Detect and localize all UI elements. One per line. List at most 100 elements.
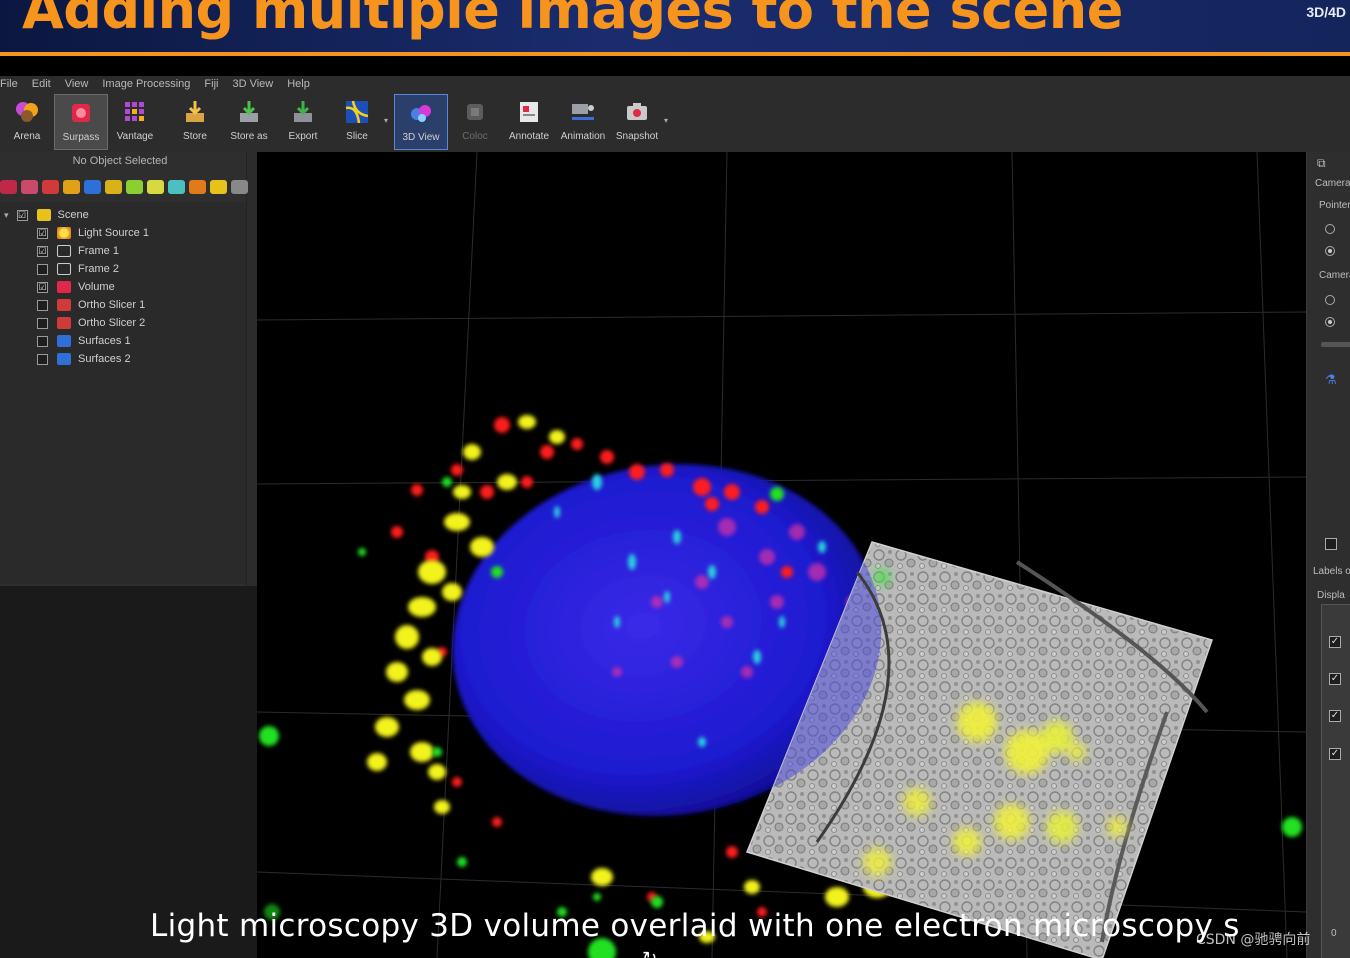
slice-dropdown-icon[interactable]: ▾	[384, 94, 394, 125]
menu-image-processing[interactable]: Image Processing	[102, 78, 190, 90]
camera-reset-icon[interactable]: ⚗	[1325, 372, 1337, 388]
zoom-slider[interactable]	[1321, 342, 1350, 347]
store-as-label: Store as	[230, 131, 268, 142]
channel-4-checkbox[interactable]: ✓	[1329, 748, 1341, 760]
tree-item-scene[interactable]: ▾ ☑ Scene	[4, 206, 89, 224]
tree-checkbox[interactable]: ☑	[37, 227, 48, 239]
camera-label: Camera	[1315, 178, 1350, 189]
coloc-label: Coloc	[462, 131, 488, 142]
tree-checkbox[interactable]	[37, 263, 48, 275]
tree-item-ortho-slicer-2[interactable]: Ortho Slicer 2	[37, 314, 145, 332]
surfaces-icon	[57, 335, 71, 347]
store-icon	[180, 97, 210, 127]
tree-checkbox[interactable]: ☑	[37, 245, 48, 257]
tree-item-volume[interactable]: ☑ Volume	[37, 278, 115, 296]
tree-label: Surfaces 1	[78, 335, 131, 347]
imaris-window: File Edit View Image Processing Fiji 3D …	[0, 76, 1350, 958]
export-button[interactable]: Export	[276, 94, 330, 150]
frame-icon	[57, 263, 71, 275]
rotate-cursor-icon: ↻	[642, 948, 657, 958]
camera-orthogonal-radio[interactable]	[1325, 295, 1335, 305]
slice-button[interactable]: Slice	[330, 94, 384, 150]
folder-icon	[36, 209, 51, 221]
fit-checkbox[interactable]	[1325, 538, 1337, 550]
ortho-slicer-icon	[57, 299, 71, 311]
add-group-icon[interactable]	[210, 180, 227, 194]
coloc-button[interactable]: Coloc	[448, 94, 502, 150]
panel-edit-icon[interactable]: ⧉	[1317, 156, 1326, 171]
channel-1-checkbox[interactable]: ✓	[1329, 636, 1341, 648]
3d-view-icon	[406, 98, 436, 128]
menu-file[interactable]: File	[0, 78, 18, 90]
tree-checkbox[interactable]	[37, 335, 48, 347]
delete-icon[interactable]	[231, 180, 248, 194]
menu-3d-view[interactable]: 3D View	[232, 78, 273, 90]
vantage-button[interactable]: Vantage	[108, 94, 162, 150]
surpass-label: Surpass	[62, 132, 100, 143]
annotate-button[interactable]: Annotate	[502, 94, 556, 150]
add-measurement-icon[interactable]	[147, 180, 164, 194]
tree-checkbox[interactable]: ☑	[16, 209, 28, 221]
menu-fiji[interactable]: Fiji	[204, 78, 218, 90]
video-caption: Light microscopy 3D volume overlaid with…	[150, 908, 1240, 944]
tree-item-light-source-1[interactable]: ☑ Light Source 1	[37, 224, 149, 242]
animation-button[interactable]: Animation	[556, 94, 610, 150]
add-surfaces-icon[interactable]	[84, 180, 101, 194]
menu-edit[interactable]: Edit	[32, 78, 51, 90]
tree-item-surfaces-2[interactable]: Surfaces 2	[37, 350, 131, 368]
tree-label: Scene	[57, 209, 89, 221]
export-icon	[288, 97, 318, 127]
store-button[interactable]: Store	[168, 94, 222, 150]
3d-view-label: 3D View	[402, 132, 440, 143]
channel-3-checkbox[interactable]: ✓	[1329, 710, 1341, 722]
surfaces-icon	[57, 353, 71, 365]
snapshot-dropdown-icon[interactable]: ▾	[664, 94, 674, 125]
tree-checkbox[interactable]	[37, 353, 48, 365]
labels-label: Labels o	[1313, 566, 1350, 577]
arena-icon	[12, 97, 42, 127]
add-clipping-icon[interactable]	[21, 180, 38, 194]
store-as-icon	[234, 97, 264, 127]
camera-perspective-radio[interactable]	[1325, 317, 1335, 327]
camera-panel: ⧉ Camera Pointer Camera ⚗ Labels o Displ…	[1306, 152, 1350, 958]
add-ortho-slicer-icon[interactable]	[42, 180, 59, 194]
tree-checkbox[interactable]	[37, 299, 48, 311]
tree-checkbox[interactable]	[37, 317, 48, 329]
cut-icon[interactable]	[189, 180, 206, 194]
menu-view[interactable]: View	[65, 78, 89, 90]
menu-help[interactable]: Help	[287, 78, 310, 90]
store-label: Store	[183, 131, 207, 142]
display-min-value: 0	[1331, 928, 1337, 939]
tree-label: Frame 2	[78, 263, 119, 275]
display-label: Displa	[1317, 590, 1345, 601]
add-filaments-icon[interactable]	[126, 180, 143, 194]
tree-label: Ortho Slicer 1	[78, 299, 146, 311]
tree-label: Light Source 1	[78, 227, 149, 239]
3d-view-button[interactable]: 3D View	[394, 94, 448, 150]
add-spots-icon[interactable]	[63, 180, 80, 194]
surpass-button[interactable]: Surpass	[54, 94, 108, 150]
expand-arrow-icon[interactable]: ▾	[4, 210, 9, 221]
tree-item-ortho-slicer-1[interactable]: Ortho Slicer 1	[37, 296, 145, 314]
add-cells-icon[interactable]	[105, 180, 122, 194]
snapshot-label: Snapshot	[615, 131, 659, 142]
tree-checkbox[interactable]: ☑	[37, 281, 48, 293]
3d-viewer-canvas[interactable]: ↻	[257, 152, 1306, 958]
tree-item-frame-2[interactable]: Frame 2	[37, 260, 119, 278]
arena-button[interactable]: Arena	[0, 94, 54, 150]
scene-tree: ▾ ☑ Scene ☑ Light Source 1 ☑ Frame 1 Fra…	[0, 202, 246, 584]
properties-panel	[0, 586, 257, 958]
store-as-button[interactable]: Store as	[222, 94, 276, 150]
arena-label: Arena	[13, 131, 41, 142]
tree-item-frame-1[interactable]: ☑ Frame 1	[37, 242, 119, 260]
menu-bar: File Edit View Image Processing Fiji 3D …	[0, 76, 1350, 92]
pointer-navigate-radio[interactable]	[1325, 246, 1335, 256]
pointer-select-radio[interactable]	[1325, 224, 1335, 234]
add-volume-icon[interactable]	[0, 180, 17, 194]
tree-item-surfaces-1[interactable]: Surfaces 1	[37, 332, 131, 350]
snapshot-button[interactable]: Snapshot	[610, 94, 664, 150]
export-label: Export	[288, 131, 318, 142]
tree-label: Volume	[78, 281, 115, 293]
channel-2-checkbox[interactable]: ✓	[1329, 673, 1341, 685]
add-reference-frame-icon[interactable]	[168, 180, 185, 194]
